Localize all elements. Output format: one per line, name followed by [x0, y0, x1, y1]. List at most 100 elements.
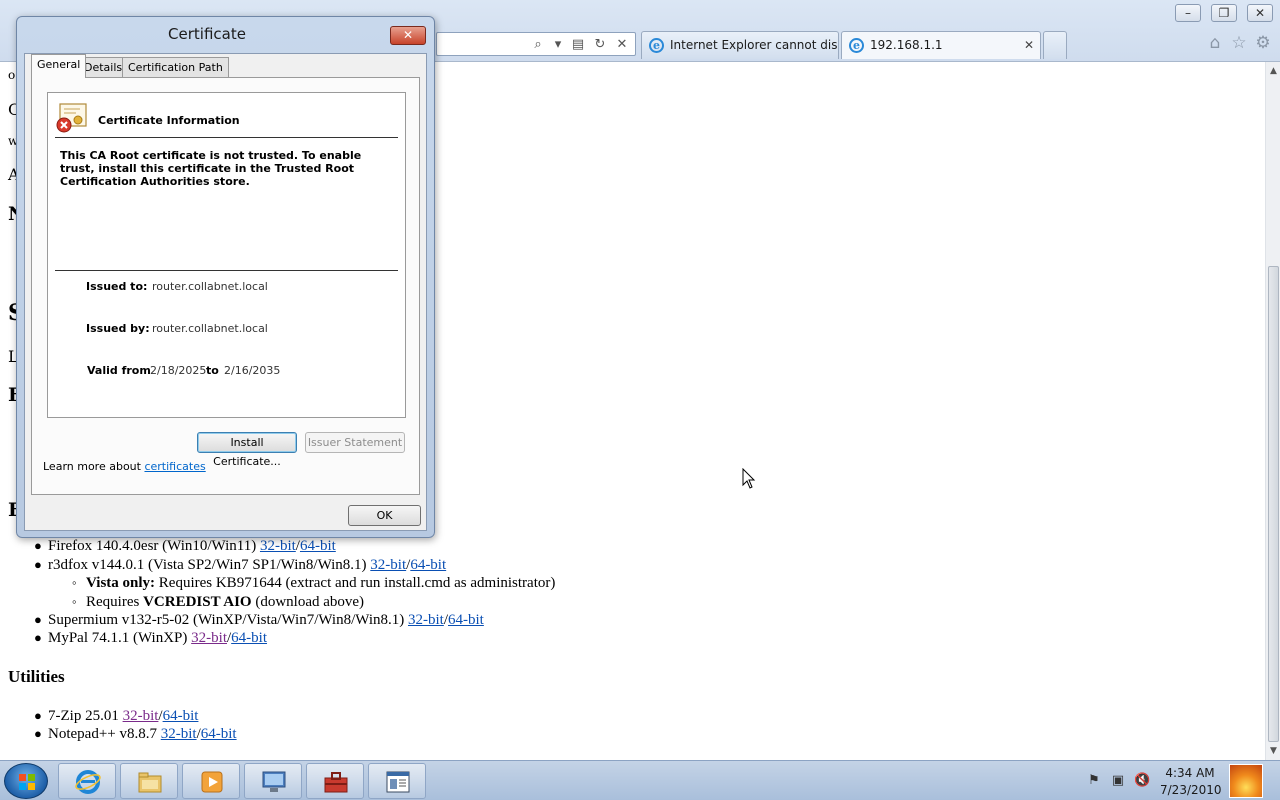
network-icon[interactable]: ▣ — [1110, 773, 1126, 789]
scroll-down-arrow-icon[interactable]: ▼ — [1266, 744, 1280, 758]
certificate-info-title: Certificate Information — [98, 114, 240, 127]
item-name: MyPal 74.1.1 (WinXP) — [48, 630, 188, 646]
link-64-bit[interactable]: 64-bit — [201, 726, 237, 742]
home-icon[interactable]: ⌂ — [1205, 33, 1225, 53]
bullet: ● — [34, 726, 42, 741]
link-32-bit[interactable]: 32-bit — [161, 726, 197, 742]
search-icon[interactable]: ⌕ — [529, 36, 547, 54]
taskbar-document-viewer[interactable] — [368, 763, 426, 799]
dialog-title: Certificate — [168, 25, 246, 43]
valid-to-value: 2/16/2035 — [224, 364, 281, 377]
divider — [55, 137, 398, 138]
link-32-bit[interactable]: 32-bit — [408, 612, 444, 628]
item-name: Firefox 140.4.0esr (Win10/Win11) — [48, 538, 257, 554]
minimize-button[interactable]: – — [1175, 4, 1201, 22]
text-fragment: o — [8, 68, 16, 82]
vertical-scrollbar[interactable]: ▲ ▼ — [1265, 62, 1280, 760]
taskbar-internet-explorer[interactable] — [58, 763, 116, 799]
mouse-cursor-icon — [742, 468, 756, 489]
bullet: ● — [34, 612, 42, 627]
folder-icon — [138, 772, 162, 793]
divider — [55, 270, 398, 271]
bullet: ● — [34, 538, 42, 553]
tab-general[interactable]: General — [31, 54, 87, 78]
link-64-bit[interactable]: 64-bit — [300, 538, 336, 554]
note-text: Requires KB971644 (extract and run insta… — [155, 575, 556, 591]
ok-button[interactable]: OK — [348, 505, 421, 526]
taskbar-windows-explorer[interactable] — [120, 763, 178, 799]
certificate-dialog: Certificate ✕ General Details Certificat… — [16, 16, 435, 538]
learn-more-text: Learn more about certificates — [43, 460, 206, 473]
learn-more-prefix: Learn more about — [43, 460, 145, 473]
tab-label: Internet Explorer cannot displ... — [670, 38, 838, 52]
link-32-bit[interactable]: 32-bit — [370, 557, 406, 573]
internet-explorer-icon — [75, 770, 101, 794]
taskbar: ⚑ ▣ 🔇 4:34 AM 7/23/2010 — [0, 760, 1280, 800]
toolbox-icon — [324, 772, 348, 793]
utilities-heading: Utilities — [8, 667, 65, 686]
certificate-error-icon — [56, 103, 87, 133]
valid-from-value: 2/18/2025 — [150, 364, 207, 377]
network-computer-icon — [262, 771, 286, 792]
refresh-icon[interactable]: ↻ — [591, 36, 609, 54]
new-tab-button[interactable] — [1043, 31, 1067, 59]
tab-ie-cannot-display[interactable]: e Internet Explorer cannot displ... — [641, 31, 839, 59]
note-prefix: Requires — [86, 594, 144, 610]
start-button[interactable] — [4, 763, 48, 799]
note-bold: Vista only: — [86, 575, 156, 591]
dropdown-arrow-icon[interactable]: ▾ — [549, 36, 567, 54]
note-text: (download above) — [251, 594, 365, 610]
ie-tab-icon: e — [649, 38, 664, 53]
link-32-bit[interactable]: 32-bit — [123, 708, 159, 724]
clock-time[interactable]: 4:34 AM — [1160, 766, 1220, 780]
show-desktop-button[interactable] — [1229, 764, 1263, 798]
dialog-body: General Details Certification Path Certi… — [24, 53, 427, 531]
link-64-bit[interactable]: 64-bit — [448, 612, 484, 628]
link-64-bit[interactable]: 64-bit — [163, 708, 199, 724]
windows-logo-icon — [19, 774, 35, 790]
bullet: ● — [34, 630, 42, 645]
certificates-link[interactable]: certificates — [144, 460, 205, 473]
taskbar-toolbox[interactable] — [306, 763, 364, 799]
stop-icon[interactable]: ✕ — [613, 36, 631, 54]
bullet: ◦ — [72, 594, 77, 609]
general-tab-panel: Certificate Information This CA Root cer… — [31, 77, 420, 495]
tab-192-168-1-1[interactable]: e 192.168.1.1 ✕ — [841, 31, 1041, 59]
link-32-bit[interactable]: 32-bit — [191, 630, 227, 646]
link-32-bit[interactable]: 32-bit — [260, 538, 296, 554]
favorites-star-icon[interactable]: ☆ — [1229, 33, 1249, 53]
item-name: r3dfox v144.0.1 (Vista SP2/Win7 SP1/Win8… — [48, 557, 367, 573]
valid-to-label: to — [206, 364, 219, 377]
note-bold: VCREDIST AIO — [143, 594, 252, 610]
taskbar-control-panel[interactable] — [244, 763, 302, 799]
link-64-bit[interactable]: 64-bit — [231, 630, 267, 646]
volume-muted-icon[interactable]: 🔇 — [1134, 773, 1150, 789]
action-center-flag-icon[interactable]: ⚑ — [1086, 773, 1102, 789]
issuer-statement-button[interactable]: Issuer Statement — [305, 432, 405, 453]
issued-to-value: router.collabnet.local — [152, 280, 268, 293]
compatibility-view-icon[interactable]: ▤ — [569, 36, 587, 54]
tab-label: 192.168.1.1 — [870, 38, 943, 52]
tools-gear-icon[interactable]: ⚙ — [1253, 33, 1273, 53]
media-player-icon — [201, 771, 223, 793]
install-certificate-button[interactable]: Install Certificate... — [197, 432, 297, 468]
tab-close-icon[interactable]: ✕ — [1024, 32, 1034, 58]
trust-warning-text: This CA Root certificate is not trusted.… — [60, 149, 362, 188]
tab-certification-path[interactable]: Certification Path — [122, 57, 229, 77]
address-bar[interactable]: ⌕ ▾ ▤ ↻ ✕ — [436, 32, 636, 56]
scrollbar-thumb[interactable] — [1268, 266, 1279, 742]
bullet: ● — [34, 557, 42, 572]
item-name: 7-Zip 25.01 — [48, 708, 119, 724]
issued-by-label: Issued by: — [86, 322, 150, 335]
dialog-close-button[interactable]: ✕ — [390, 26, 426, 45]
window-close-button[interactable]: ✕ — [1247, 4, 1273, 22]
ie-tab-icon: e — [849, 38, 864, 53]
taskbar-media-player[interactable] — [182, 763, 240, 799]
link-64-bit[interactable]: 64-bit — [410, 557, 446, 573]
bullet: ◦ — [72, 575, 77, 590]
restore-button[interactable]: ❐ — [1211, 4, 1237, 22]
certificate-info-box: Certificate Information This CA Root cer… — [47, 92, 406, 418]
scroll-up-arrow-icon[interactable]: ▲ — [1266, 64, 1280, 78]
issued-to-label: Issued to: — [86, 280, 148, 293]
clock-date[interactable]: 7/23/2010 — [1160, 783, 1222, 797]
